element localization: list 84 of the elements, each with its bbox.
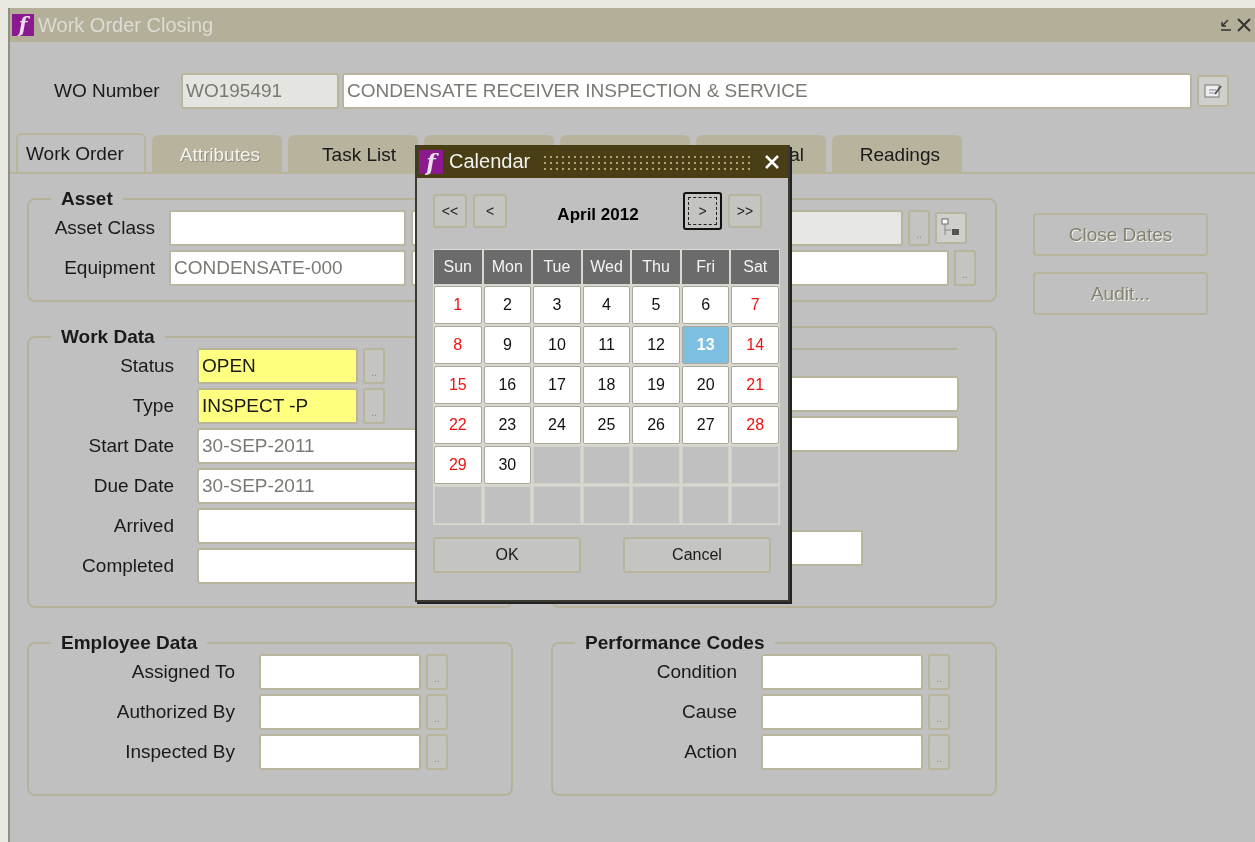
weekday-header: Thu — [632, 250, 680, 284]
day-cell[interactable]: 27 — [681, 406, 730, 444]
day-cell[interactable]: 30 — [483, 446, 532, 484]
day-cell[interactable]: 24 — [533, 406, 581, 444]
dialog-title: Calendar — [449, 150, 531, 173]
day-cell[interactable]: 11 — [582, 326, 631, 364]
day-cell[interactable]: 18 — [582, 366, 631, 404]
input-field[interactable]: INSPECT -P — [197, 388, 358, 424]
field-label: Condition — [655, 661, 737, 683]
group-title: Asset — [60, 188, 114, 210]
field-label: Asset Class — [53, 217, 155, 239]
field-label: Due Date — [92, 475, 174, 497]
tab[interactable]: Work Order — [16, 133, 146, 172]
weekday-header: Wed — [582, 250, 631, 284]
group-title: Work Data — [60, 326, 156, 348]
day-cell[interactable]: 28 — [731, 406, 779, 444]
input-field[interactable] — [169, 210, 406, 246]
weekday-header: Mon — [483, 250, 532, 284]
field-label: Assigned To — [130, 661, 235, 683]
app-logo: f — [419, 149, 443, 174]
day-cell[interactable]: 8 — [434, 326, 482, 364]
weekday-header: Fri — [681, 250, 730, 284]
day-cell[interactable]: 3 — [533, 286, 581, 324]
nav-button[interactable]: > — [683, 192, 722, 230]
day-cell[interactable]: 22 — [434, 406, 482, 444]
app-logo: f — [12, 14, 34, 36]
month-label: April 2012 — [556, 205, 640, 225]
field-label: Authorized By — [115, 701, 235, 723]
field-label: WO Number — [54, 80, 161, 102]
field-label: Inspected By — [124, 741, 235, 763]
day-cell[interactable]: 15 — [434, 366, 482, 404]
group-title: Performance Codes — [584, 632, 766, 654]
dialog-button[interactable]: OK — [433, 537, 581, 573]
day-cell[interactable]: 16 — [483, 366, 532, 404]
day-cell[interactable]: 4 — [582, 286, 631, 324]
input-field[interactable] — [761, 734, 923, 770]
input-field[interactable] — [761, 694, 923, 730]
day-cell[interactable]: 21 — [731, 366, 779, 404]
day-cell[interactable]: 17 — [533, 366, 581, 404]
day-cell[interactable]: 7 — [731, 286, 779, 324]
tab[interactable]: Readings — [832, 135, 962, 172]
field-label: Arrived — [112, 515, 174, 537]
day-cell[interactable]: 1 — [434, 286, 482, 324]
dialog-button[interactable]: Cancel — [623, 537, 771, 573]
day-cell[interactable]: 25 — [582, 406, 631, 444]
day-cell[interactable]: 19 — [632, 366, 680, 404]
day-cell[interactable]: 12 — [632, 326, 680, 364]
day-cell[interactable]: 20 — [681, 366, 730, 404]
day-cell[interactable]: 5 — [632, 286, 680, 324]
input-field[interactable]: CONDENSATE RECEIVER INSPECTION & SERVICE — [342, 73, 1192, 109]
field-label: Cause — [681, 701, 737, 723]
day-cell[interactable]: 26 — [632, 406, 680, 444]
day-cell[interactable]: 2 — [483, 286, 532, 324]
weekday-header: Sun — [434, 250, 482, 284]
day-cell[interactable]: 29 — [434, 446, 482, 484]
input-field[interactable] — [259, 734, 421, 770]
tab[interactable]: Task List — [288, 135, 418, 172]
field-label: Start Date — [87, 435, 174, 457]
day-cell[interactable]: 9 — [483, 326, 532, 364]
field-label: Type — [131, 395, 174, 417]
day-cell[interactable]: 10 — [533, 326, 581, 364]
day-cell[interactable]: 23 — [483, 406, 532, 444]
input-field[interactable] — [259, 694, 421, 730]
input-field[interactable] — [761, 654, 923, 690]
nav-button[interactable]: >> — [728, 194, 762, 228]
field-label: Equipment — [63, 257, 155, 279]
input-field[interactable] — [259, 654, 421, 690]
minimize-icon[interactable] — [1219, 18, 1233, 32]
window-title: Work Order Closing — [38, 13, 215, 37]
field-label: Status — [119, 355, 174, 377]
hierarchy-icon[interactable] — [935, 212, 967, 244]
input-field[interactable]: OPEN — [197, 348, 358, 384]
field-label: Completed — [81, 555, 174, 577]
input-field[interactable]: CONDENSATE-000 — [169, 250, 406, 286]
weekday-header: Sat — [731, 250, 779, 284]
weekday-header: Tue — [533, 250, 581, 284]
field-label: Action — [683, 741, 737, 763]
nav-button[interactable]: << — [433, 194, 467, 228]
nav-button[interactable]: < — [473, 194, 507, 228]
day-cell[interactable]: 6 — [681, 286, 730, 324]
group-title: Employee Data — [60, 632, 199, 654]
day-cell[interactable]: 14 — [731, 326, 779, 364]
edit-icon[interactable] — [1197, 75, 1229, 107]
close-icon[interactable] — [1237, 17, 1251, 33]
